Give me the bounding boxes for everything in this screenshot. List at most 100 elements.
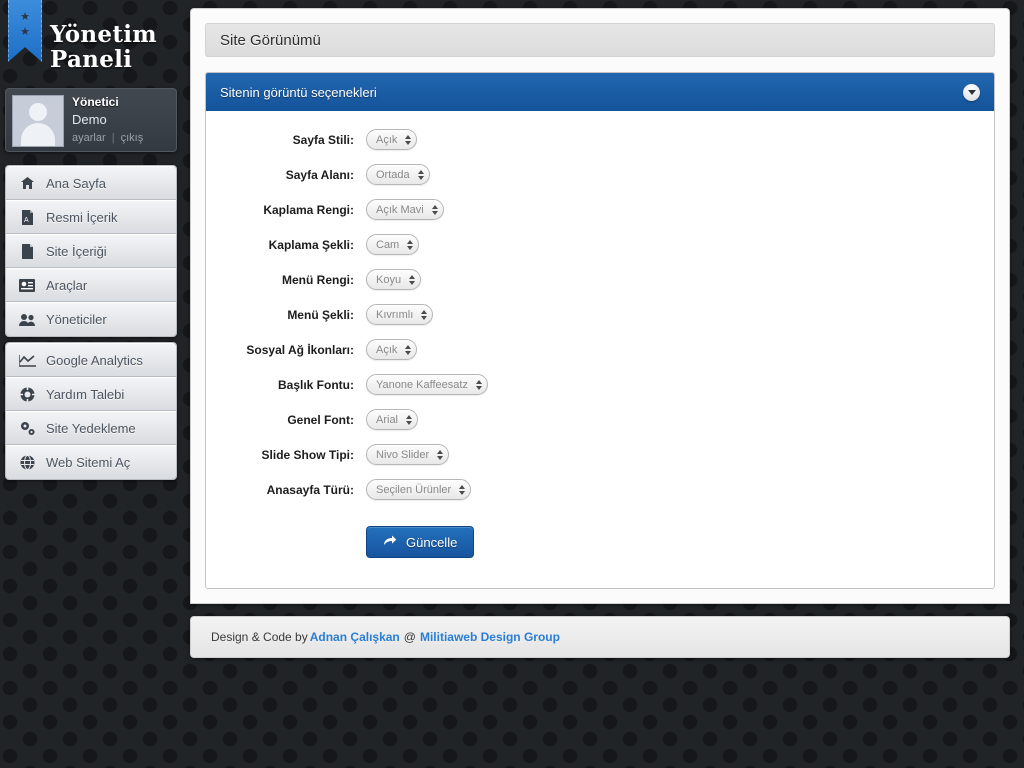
select-slide-show-tipi[interactable]: Nivo Slider [366,444,450,465]
stepper-arrows-icon [437,449,444,460]
field-label: Slide Show Tipi: [261,447,354,462]
update-button[interactable]: Güncelle [366,526,475,558]
form-row-kaplama-rengi: Kaplama Rengi: Açık Mavi [206,199,994,220]
sidebar-item-web-sitemi-ac[interactable]: Web Sitemi Aç [6,445,176,479]
form-row-kaplama-sekli: Kaplama Şekli: Cam [206,234,994,255]
sidebar-item-yardim-talebi[interactable]: Yardım Talebi [6,377,176,411]
ribbon-star-icon: ★ [20,26,30,38]
sidebar-menu-main: Ana Sayfa A Resmi İçerik Site İçeriği Ar… [5,165,177,337]
form-row-baslik-fontu: Başlık Fontu: Yanone Kaffeesatz [206,374,994,395]
logout-link[interactable]: çıkış [121,132,144,144]
sidebar-item-site-yedekleme[interactable]: Site Yedekleme [6,411,176,445]
sidebar-item-ana-sayfa[interactable]: Ana Sayfa [6,166,176,200]
page-title: Site Görünümü [205,23,995,57]
sidebar-item-site-icerigi[interactable]: Site İçeriği [6,234,176,268]
form-row-sayfa-alani: Sayfa Alanı: Ortada [206,164,994,185]
footer-author-link[interactable]: Adnan Çalışkan [310,630,400,644]
avatar [12,95,64,147]
stepper-arrows-icon [406,414,413,425]
select-kaplama-sekli[interactable]: Cam [366,234,420,255]
field-label: Kaplama Rengi: [263,202,354,217]
select-value: Yanone Kaffeesatz [376,378,468,391]
form-row-sayfa-stili: Sayfa Stili: Açık [206,129,994,150]
tools-icon [16,276,38,294]
select-value: Ortada [376,168,410,181]
arrow-forward-icon [383,534,397,550]
panel-header: Sitenin görüntü seçenekleri [206,73,994,111]
sidebar-item-label: Ana Sayfa [46,175,106,191]
form-row-anasayfa-turu: Anasayfa Türü: Seçilen Ürünler [206,479,994,500]
select-value: Koyu [376,273,402,286]
sidebar-item-google-analytics[interactable]: Google Analytics [6,343,176,377]
field-label: Genel Font: [287,412,354,427]
sidebar-menu-tools: Google Analytics Yardım Talebi Site Yede… [5,342,177,480]
select-sosyal-ag-ikonlari[interactable]: Açık [366,339,418,360]
stepper-arrows-icon [407,239,414,250]
lifebuoy-icon [16,385,38,403]
sidebar-item-label: Site Yedekleme [46,420,136,436]
select-menu-rengi[interactable]: Koyu [366,269,422,290]
form-row-menu-sekli: Menü Şekli: Kıvrımlı [206,304,994,325]
user-links: ayarlar | çıkış [72,132,143,144]
sidebar-item-yoneticiler[interactable]: Yöneticiler [6,302,176,336]
brand-title: Yönetim Paneli [50,22,157,72]
form-row-genel-font: Genel Font: Arial [206,409,994,430]
stepper-arrows-icon [475,379,482,390]
stepper-arrows-icon [409,274,416,285]
ribbon-logo: ★ ★ [8,0,42,62]
form-row-menu-rengi: Menü Rengi: Koyu [206,269,994,290]
gears-icon [16,419,38,437]
select-value: Nivo Slider [376,448,430,461]
sidebar-item-label: Site İçeriği [46,243,107,259]
sidebar-item-label: Yöneticiler [46,312,107,327]
brand-line-1: Yönetim [50,21,157,48]
link-separator: | [111,132,115,144]
content-panel: Site Görünümü Sitenin görüntü seçenekler… [190,8,1010,604]
panel-title: Sitenin görüntü seçenekleri [220,84,377,100]
select-value: Açık Mavi [376,203,424,216]
settings-panel: Sitenin görüntü seçenekleri Sayfa Stili:… [205,72,995,589]
stepper-arrows-icon [405,344,412,355]
panel-body: Sayfa Stili: Açık Sayfa Alanı: Ortada Ka… [206,111,994,588]
select-genel-font[interactable]: Arial [366,409,419,430]
settings-link[interactable]: ayarlar [72,132,106,144]
sidebar-item-label: Yardım Talebi [46,386,125,402]
main-area: Site Görünümü Sitenin görüntü seçenekler… [190,8,1010,760]
stepper-arrows-icon [421,309,428,320]
document-icon [16,242,38,260]
field-label: Menü Rengi: [282,272,354,287]
stepper-arrows-icon [459,484,466,495]
sidebar: ★ ★ Yönetim Paneli Yönetici Demo ayarlar… [0,0,182,768]
select-anasayfa-turu[interactable]: Seçilen Ürünler [366,479,472,500]
footer-company-link[interactable]: Militiaweb Design Group [420,630,560,644]
select-value: Açık [376,343,398,356]
select-value: Kıvrımlı [376,308,414,321]
select-sayfa-alani[interactable]: Ortada [366,164,430,185]
select-kaplama-rengi[interactable]: Açık Mavi [366,199,444,220]
form-row-sosyal-ag-ikonlari: Sosyal Ağ İkonları: Açık [206,339,994,360]
chevron-triangle [967,89,976,95]
submit-row: Güncelle [206,526,994,558]
update-button-label: Güncelle [406,534,458,550]
select-value: Seçilen Ürünler [376,483,452,496]
pdf-icon: A [16,208,38,226]
sidebar-item-label: Web Sitemi Aç [46,455,131,470]
footer-at: @ [403,630,416,644]
sidebar-item-araclar[interactable]: Araçlar [6,268,176,302]
sidebar-item-label: Resmi İçerik [46,209,118,225]
select-value: Cam [376,238,400,251]
chevron-down-icon[interactable] [963,83,980,101]
avatar-body [21,123,55,146]
stepper-arrows-icon [431,204,438,215]
select-menu-sekli[interactable]: Kıvrımlı [366,304,434,325]
select-baslik-fontu[interactable]: Yanone Kaffeesatz [366,374,488,395]
sidebar-item-resmi-icerik[interactable]: A Resmi İçerik [6,200,176,234]
sidebar-item-label: Google Analytics [46,352,143,368]
sidebar-item-label: Araçlar [46,277,88,293]
svg-text:A: A [24,217,29,224]
user-name: Yönetici [72,95,119,109]
select-sayfa-stili[interactable]: Açık [366,129,418,150]
field-label: Kaplama Şekli: [268,237,354,252]
footer: Design & Code by Adnan Çalışkan @ Militi… [190,616,1010,658]
stepper-arrows-icon [405,134,412,145]
